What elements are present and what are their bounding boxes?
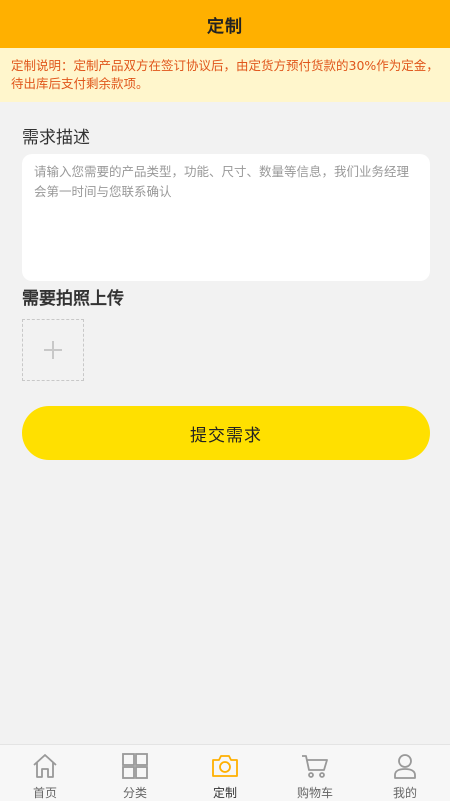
- tab-cart[interactable]: 购物车: [270, 745, 360, 801]
- camera-icon: [212, 755, 238, 777]
- description-input[interactable]: [34, 162, 418, 273]
- submit-request-button[interactable]: 提交需求: [22, 406, 430, 460]
- description-label: 需求描述: [22, 128, 90, 148]
- photo-upload-label: 需要拍照上传: [22, 289, 124, 309]
- cart-icon: [302, 755, 328, 778]
- user-icon: [394, 754, 416, 779]
- description-box[interactable]: [22, 154, 430, 281]
- add-photo-button[interactable]: [22, 319, 84, 381]
- tab-category-label: 分类: [122, 786, 147, 800]
- tab-custom[interactable]: 定制: [180, 745, 270, 801]
- category-grid-icon: [122, 753, 148, 779]
- tab-cart-label: 购物车: [296, 786, 333, 800]
- tab-mine[interactable]: 我的: [360, 745, 450, 801]
- tab-custom-label: 定制: [212, 786, 237, 800]
- tab-category[interactable]: 分类: [90, 745, 180, 801]
- top-header: 定制: [0, 0, 450, 48]
- home-icon: [33, 754, 57, 778]
- plus-icon: [44, 341, 62, 359]
- tab-mine-label: 我的: [392, 786, 417, 800]
- custom-notice: 定制说明：定制产品双方在签订协议后，由定货方预付货款的30%作为定金，待出库后支…: [0, 48, 450, 102]
- tab-home[interactable]: 首页: [0, 745, 90, 801]
- bottom-tab-bar: 首页 分类 定制 购物车 我的: [0, 744, 450, 801]
- page-title: 定制: [207, 16, 243, 37]
- tab-home-label: 首页: [32, 786, 57, 800]
